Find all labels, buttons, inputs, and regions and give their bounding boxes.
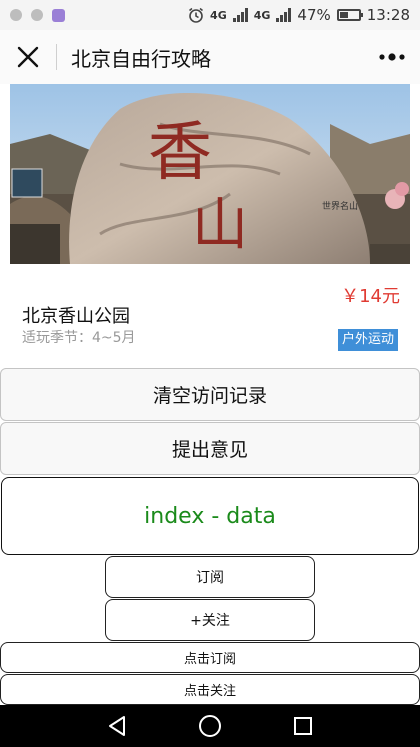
status-bar: 4G 4G 47% 13:28	[0, 0, 420, 30]
back-icon	[108, 716, 125, 736]
notification-icon	[31, 9, 43, 21]
app-notification-icon	[52, 8, 65, 22]
attraction-card[interactable]: 香 山 世界名山 ￥14元 北京香山公园 适玩季节：4~5月 户外运动	[10, 84, 410, 356]
recents-icon	[294, 717, 313, 735]
click-follow-button[interactable]: 点击关注	[0, 674, 420, 705]
follow-button[interactable]: +关注	[105, 599, 315, 641]
home-icon	[198, 715, 221, 737]
price: ￥14元	[341, 286, 400, 307]
clear-history-button[interactable]: 清空访问记录	[0, 368, 420, 421]
battery-level	[339, 12, 348, 18]
rock-carving-small: 世界名山	[322, 200, 358, 212]
close-button[interactable]	[0, 30, 56, 84]
rock-carving-second: 山	[192, 193, 248, 258]
recents-button[interactable]	[283, 706, 323, 746]
more-button[interactable]	[364, 30, 420, 84]
attraction-photo: 香 山 世界名山	[10, 84, 410, 264]
network-type: 4G	[210, 8, 227, 22]
notification-icon	[10, 9, 22, 21]
signal-icon	[232, 8, 248, 22]
clock: 13:28	[366, 6, 410, 24]
more-dots-icon	[379, 53, 405, 61]
rock-carving-main: 香	[148, 116, 212, 190]
click-subscribe-button[interactable]: 点击订阅	[0, 642, 420, 673]
title-bar: 北京自由行攻略	[0, 30, 420, 84]
battery-icon	[336, 9, 363, 21]
home-button[interactable]	[190, 706, 230, 746]
status-indicators: 4G 4G 47% 13:28	[188, 6, 410, 24]
signal-icon	[276, 8, 292, 22]
category-tag: 户外运动	[337, 329, 398, 351]
title-divider	[56, 44, 57, 70]
notification-area	[10, 8, 65, 22]
close-icon	[17, 46, 39, 68]
feedback-button[interactable]: 提出意见	[0, 422, 420, 475]
index-data-display: index - data	[1, 477, 419, 555]
alarm-icon	[189, 7, 204, 23]
system-nav-bar	[0, 705, 420, 747]
battery-percent: 47%	[297, 6, 331, 24]
back-button[interactable]	[97, 706, 137, 746]
network-type-secondary: 4G	[253, 8, 271, 22]
page-title: 北京自由行攻略	[71, 46, 211, 71]
attraction-name: 北京香山公园	[22, 306, 130, 327]
season-info: 适玩季节：4~5月	[22, 330, 136, 346]
subscribe-button[interactable]: 订阅	[105, 556, 315, 598]
